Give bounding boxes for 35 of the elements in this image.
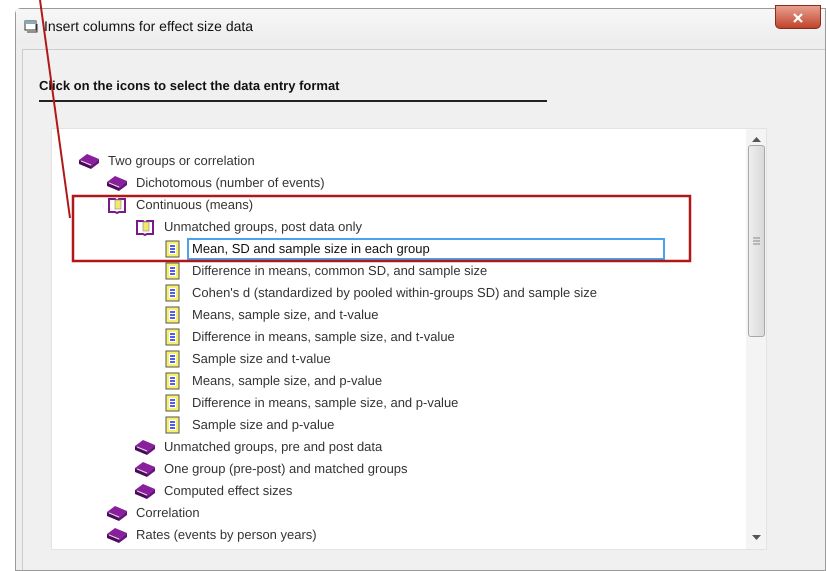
tree-item[interactable]: Difference in means, sample size, and t-value [187,326,460,348]
tree-item[interactable]: Two groups or correlation [103,150,260,172]
tree-item[interactable]: Means, sample size, and t-value [187,304,384,326]
tree-item[interactable]: Difference in means, sample size, and p-value [187,392,464,414]
tree-item[interactable]: Dichotomous (number of events) [131,172,330,194]
window-title: Insert columns for effect size data [44,16,254,36]
tree-item[interactable]: One group (pre-post) and matched groups [159,458,413,480]
window-icon [24,20,38,32]
book-icon[interactable] [106,174,128,192]
tree-item[interactable]: Cohen's d (standardized by pooled within-groups SD) and sample size [187,282,602,304]
scrollbar[interactable] [746,129,766,549]
tree-item[interactable]: Sample size and t-value [187,348,336,370]
tree-item[interactable]: Unmatched groups, pre and post data [159,436,388,458]
close-icon[interactable] [792,12,804,23]
tree-item[interactable]: Unmatched groups, post data only [159,216,368,238]
close-button[interactable] [775,5,821,29]
open-book-icon[interactable] [106,196,128,214]
scroll-up-icon[interactable] [752,137,760,143]
book-icon[interactable] [134,460,156,478]
book-icon[interactable] [106,526,128,544]
tree-item[interactable]: Continuous (means) [131,194,258,216]
tree-item[interactable]: Mean, SD and sample size in each group [187,238,665,260]
book-icon[interactable] [134,438,156,456]
tree-item[interactable]: Rates (events by person years) [131,524,322,546]
book-icon[interactable] [134,482,156,500]
open-book-icon[interactable] [134,218,156,236]
tree-item[interactable]: Difference in means, common SD, and sample size [187,260,492,282]
scroll-down-icon[interactable] [752,535,760,541]
tree-item[interactable]: Correlation [131,502,205,524]
book-icon[interactable] [78,152,100,170]
scroll-thumb[interactable] [748,145,764,337]
tree-item[interactable]: Means, sample size, and p-value [187,370,388,392]
tree-item[interactable]: Computed effect sizes [159,480,298,502]
book-icon[interactable] [106,504,128,522]
tree-item[interactable]: Sample size and p-value [187,414,340,436]
